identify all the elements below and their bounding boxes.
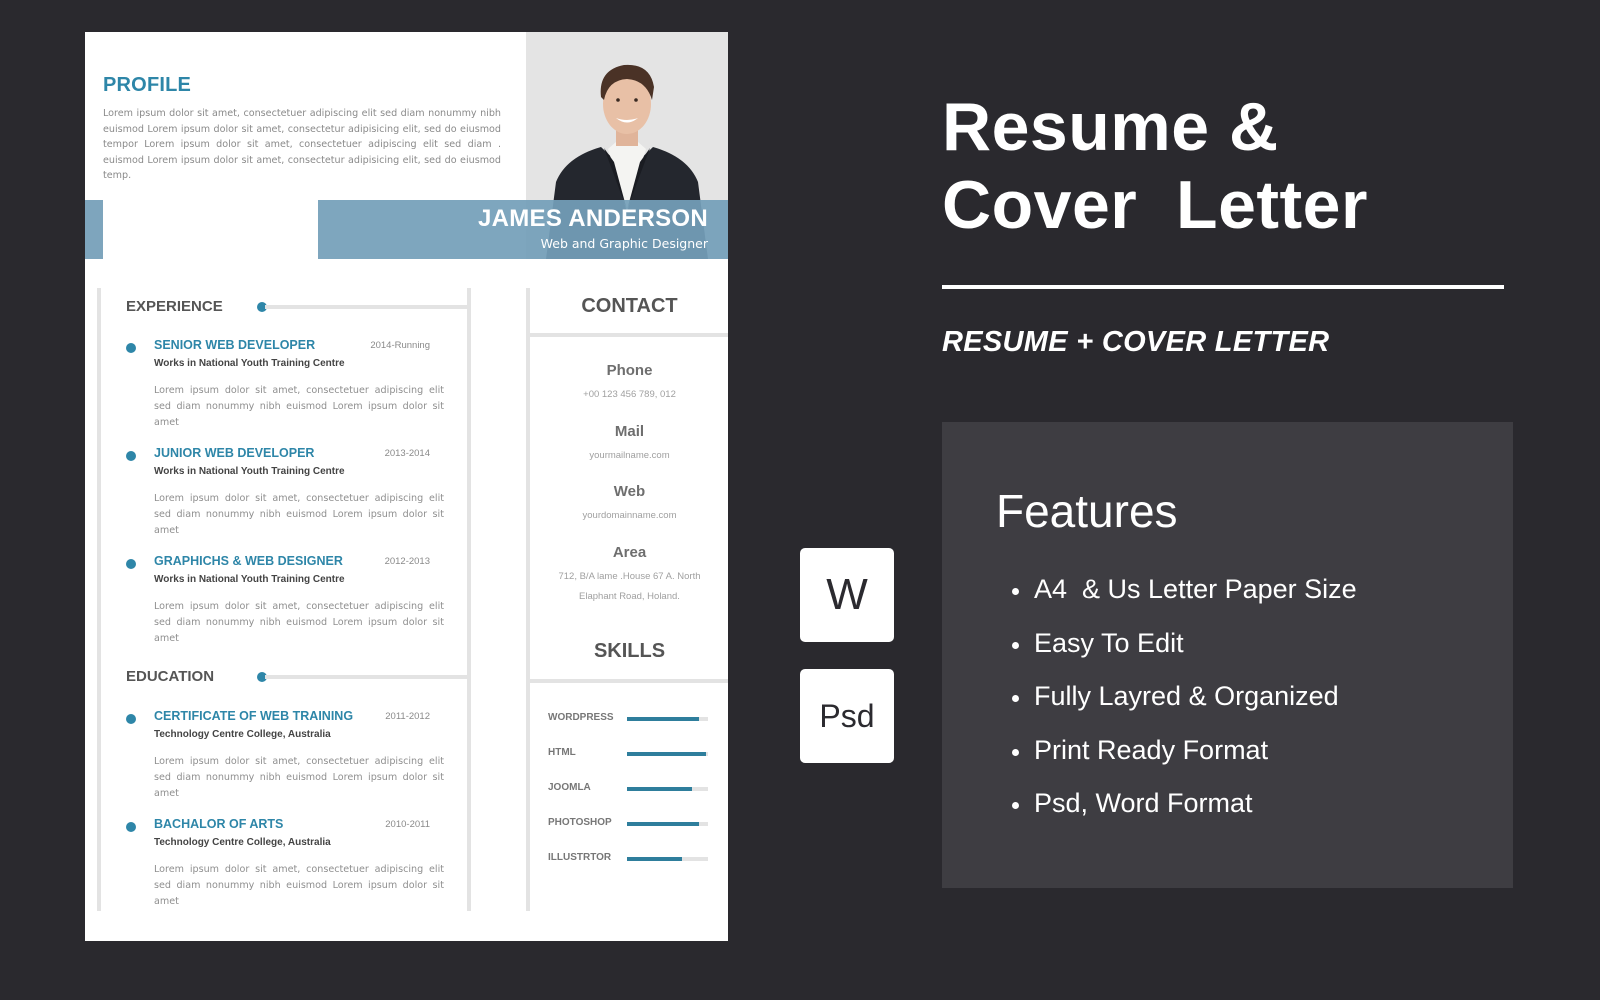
skill-row: WORDPRESS [548, 712, 728, 726]
experience-org: Works in National Youth Training Centre [154, 358, 345, 369]
experience-date: 2013-2014 [384, 448, 430, 459]
experience-title: JUNIOR WEB DEVELOPER [154, 446, 315, 460]
bullet-dot-icon [126, 714, 136, 724]
skill-row: ILLUSTRTOR [548, 852, 728, 866]
experience-title: GRAPHICHS & WEB DESIGNER [154, 554, 343, 568]
contact-heading: CONTACT [581, 295, 678, 317]
experience-desc: Lorem ipsum dolor sit amet, consectetuer… [154, 601, 444, 644]
education-date: 2011-2012 [385, 711, 430, 722]
word-icon: W [826, 570, 868, 619]
skill-bar-fill [627, 787, 692, 791]
skill-bar-fill [627, 822, 700, 826]
bullet-dot-icon [126, 343, 136, 353]
skill-bar-fill [627, 717, 700, 721]
contact-label: Web [613, 483, 646, 500]
contact-label: Phone [606, 362, 653, 379]
feature-text: Print Ready Format [1034, 735, 1269, 765]
left-column-divider [467, 288, 471, 911]
skill-bar-fill [627, 857, 683, 861]
education-rule [265, 675, 471, 679]
bullet-dot-icon [126, 822, 136, 832]
skill-bar-fill [627, 752, 706, 756]
candidate-job-title: Web and Graphic Designer [540, 236, 708, 251]
experience-desc: Lorem ipsum dolor sit amet, consectetuer… [154, 385, 444, 428]
education-heading: EDUCATION [126, 668, 215, 685]
education-date: 2010-2011 [385, 819, 430, 830]
bullet-icon [1012, 695, 1019, 702]
name-band-left [85, 200, 103, 259]
features-heading: Features [996, 485, 1178, 537]
word-format-badge: W [800, 548, 894, 642]
experience-title: SENIOR WEB DEVELOPER [154, 338, 316, 352]
education-org: Technology Centre College, Australia [154, 729, 331, 740]
education-title: BACHALOR OF ARTS [154, 817, 284, 831]
psd-format-badge: Psd [800, 669, 894, 763]
contact-area: Area 712, B/A lame .House 67 A. North El… [531, 544, 728, 607]
education-desc: Lorem ipsum dolor sit amet, consectetuer… [154, 756, 444, 799]
skill-bar-track [627, 857, 708, 861]
contact-header-rule [526, 333, 728, 337]
feature-text: A4 & Us Letter Paper Size [1034, 574, 1357, 604]
skill-bar-track [627, 822, 708, 826]
resume-preview: PROFILE Lorem ipsum dolor sit amet, cons… [85, 32, 728, 941]
contact-value: yourmailname.com [589, 450, 670, 461]
skill-row: HTML [548, 747, 728, 761]
feature-text: Easy To Edit [1034, 628, 1184, 658]
skill-row: JOOMLA [548, 782, 728, 796]
contact-phone: Phone +00 123 456 789, 012 [531, 362, 728, 405]
skill-name: JOOMLA [548, 782, 591, 793]
hero-title-line-2: Cover Letter [942, 167, 1368, 243]
experience-org: Works in National Youth Training Centre [154, 574, 345, 585]
contact-value: yourdomainname.com [582, 510, 677, 521]
education-desc: Lorem ipsum dolor sit amet, consectetuer… [154, 864, 444, 907]
profile-text: Lorem ipsum dolor sit amet, consectetuer… [103, 108, 501, 182]
skills-header-rule [526, 679, 728, 683]
contact-web: Web yourdomainname.com [531, 483, 728, 526]
hero-title-line-1: Resume & [942, 89, 1279, 165]
education-org: Technology Centre College, Australia [154, 837, 331, 848]
contact-mail: Mail yourmailname.com [531, 423, 728, 466]
hero-title: Resume & Cover Letter [942, 88, 1368, 244]
contact-label: Area [612, 544, 647, 561]
hero-subtitle: RESUME + COVER LETTER [942, 326, 1330, 358]
bullet-icon [1012, 642, 1019, 649]
experience-desc: Lorem ipsum dolor sit amet, consectetuer… [154, 493, 444, 536]
feature-text: Psd, Word Format [1034, 788, 1253, 818]
skill-name: PHOTOSHOP [548, 817, 612, 828]
bullet-icon [1012, 588, 1019, 595]
contact-value: 712, B/A lame .House 67 A. North Elaphan… [558, 571, 701, 602]
psd-icon: Psd [819, 697, 875, 734]
right-column-divider [526, 288, 530, 911]
profile-heading: PROFILE [103, 74, 192, 96]
bullet-dot-icon [126, 559, 136, 569]
hero-divider [942, 285, 1504, 289]
bullet-icon [1012, 802, 1019, 809]
skill-row: PHOTOSHOP [548, 817, 728, 831]
skill-bar-track [627, 752, 708, 756]
candidate-name: JAMES ANDERSON [477, 205, 708, 232]
education-title: CERTIFICATE OF WEB TRAINING [154, 709, 354, 723]
skill-name: ILLUSTRTOR [548, 852, 612, 863]
contact-value: +00 123 456 789, 012 [583, 389, 676, 400]
skill-name: HTML [548, 747, 576, 758]
bullet-icon [1012, 749, 1019, 756]
bullet-dot-icon [126, 451, 136, 461]
experience-rule [265, 305, 471, 309]
features-panel: Features A4 & Us Letter Paper Size Easy … [942, 422, 1513, 888]
left-column-border [97, 288, 101, 911]
skill-bar-track [627, 787, 708, 791]
experience-date: 2014-Running [370, 340, 430, 351]
experience-heading: EXPERIENCE [126, 298, 223, 315]
feature-text: Fully Layred & Organized [1034, 681, 1339, 711]
contact-label: Mail [614, 423, 645, 440]
skills-heading: SKILLS [593, 640, 666, 662]
experience-org: Works in National Youth Training Centre [154, 466, 345, 477]
skill-bar-track [627, 717, 708, 721]
skill-name: WORDPRESS [548, 712, 614, 723]
experience-date: 2012-2013 [384, 556, 430, 567]
